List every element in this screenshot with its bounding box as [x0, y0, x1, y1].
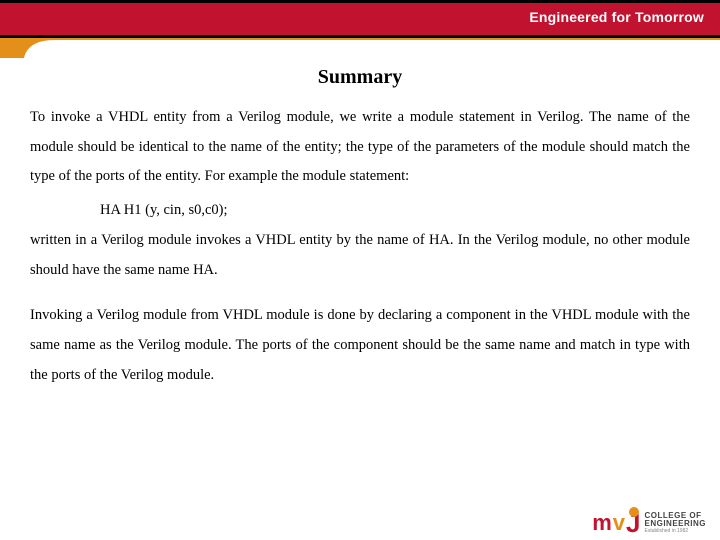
- paragraph-1: To invoke a VHDL entity from a Verilog m…: [30, 103, 690, 192]
- paragraph-3: Invoking a Verilog module from VHDL modu…: [30, 301, 690, 390]
- logo-letter-j: J: [626, 512, 640, 534]
- paragraph-2: written in a Verilog module invokes a VH…: [30, 226, 690, 285]
- logo-mark-icon: m v J: [592, 512, 640, 534]
- logo-text-line2: ENGINEERING: [644, 520, 706, 528]
- content-area: Summary To invoke a VHDL entity from a V…: [30, 60, 690, 490]
- logo-letter-v: v: [613, 512, 625, 534]
- orange-sweep: [0, 38, 720, 56]
- header-bar: Engineered for Tomorrow: [0, 0, 720, 38]
- spacer: [30, 289, 690, 301]
- code-example: HA H1 (y, cin, s0,c0);: [30, 196, 690, 226]
- logo-text: COLLEGE OF ENGINEERING Established in 19…: [644, 512, 706, 534]
- page-title: Summary: [30, 66, 690, 89]
- footer-logo: m v J COLLEGE OF ENGINEERING Established…: [592, 512, 706, 534]
- logo-text-line3: Established in 1982: [644, 529, 688, 534]
- header-tagline: Engineered for Tomorrow: [529, 9, 704, 25]
- logo-letter-m: m: [592, 512, 612, 534]
